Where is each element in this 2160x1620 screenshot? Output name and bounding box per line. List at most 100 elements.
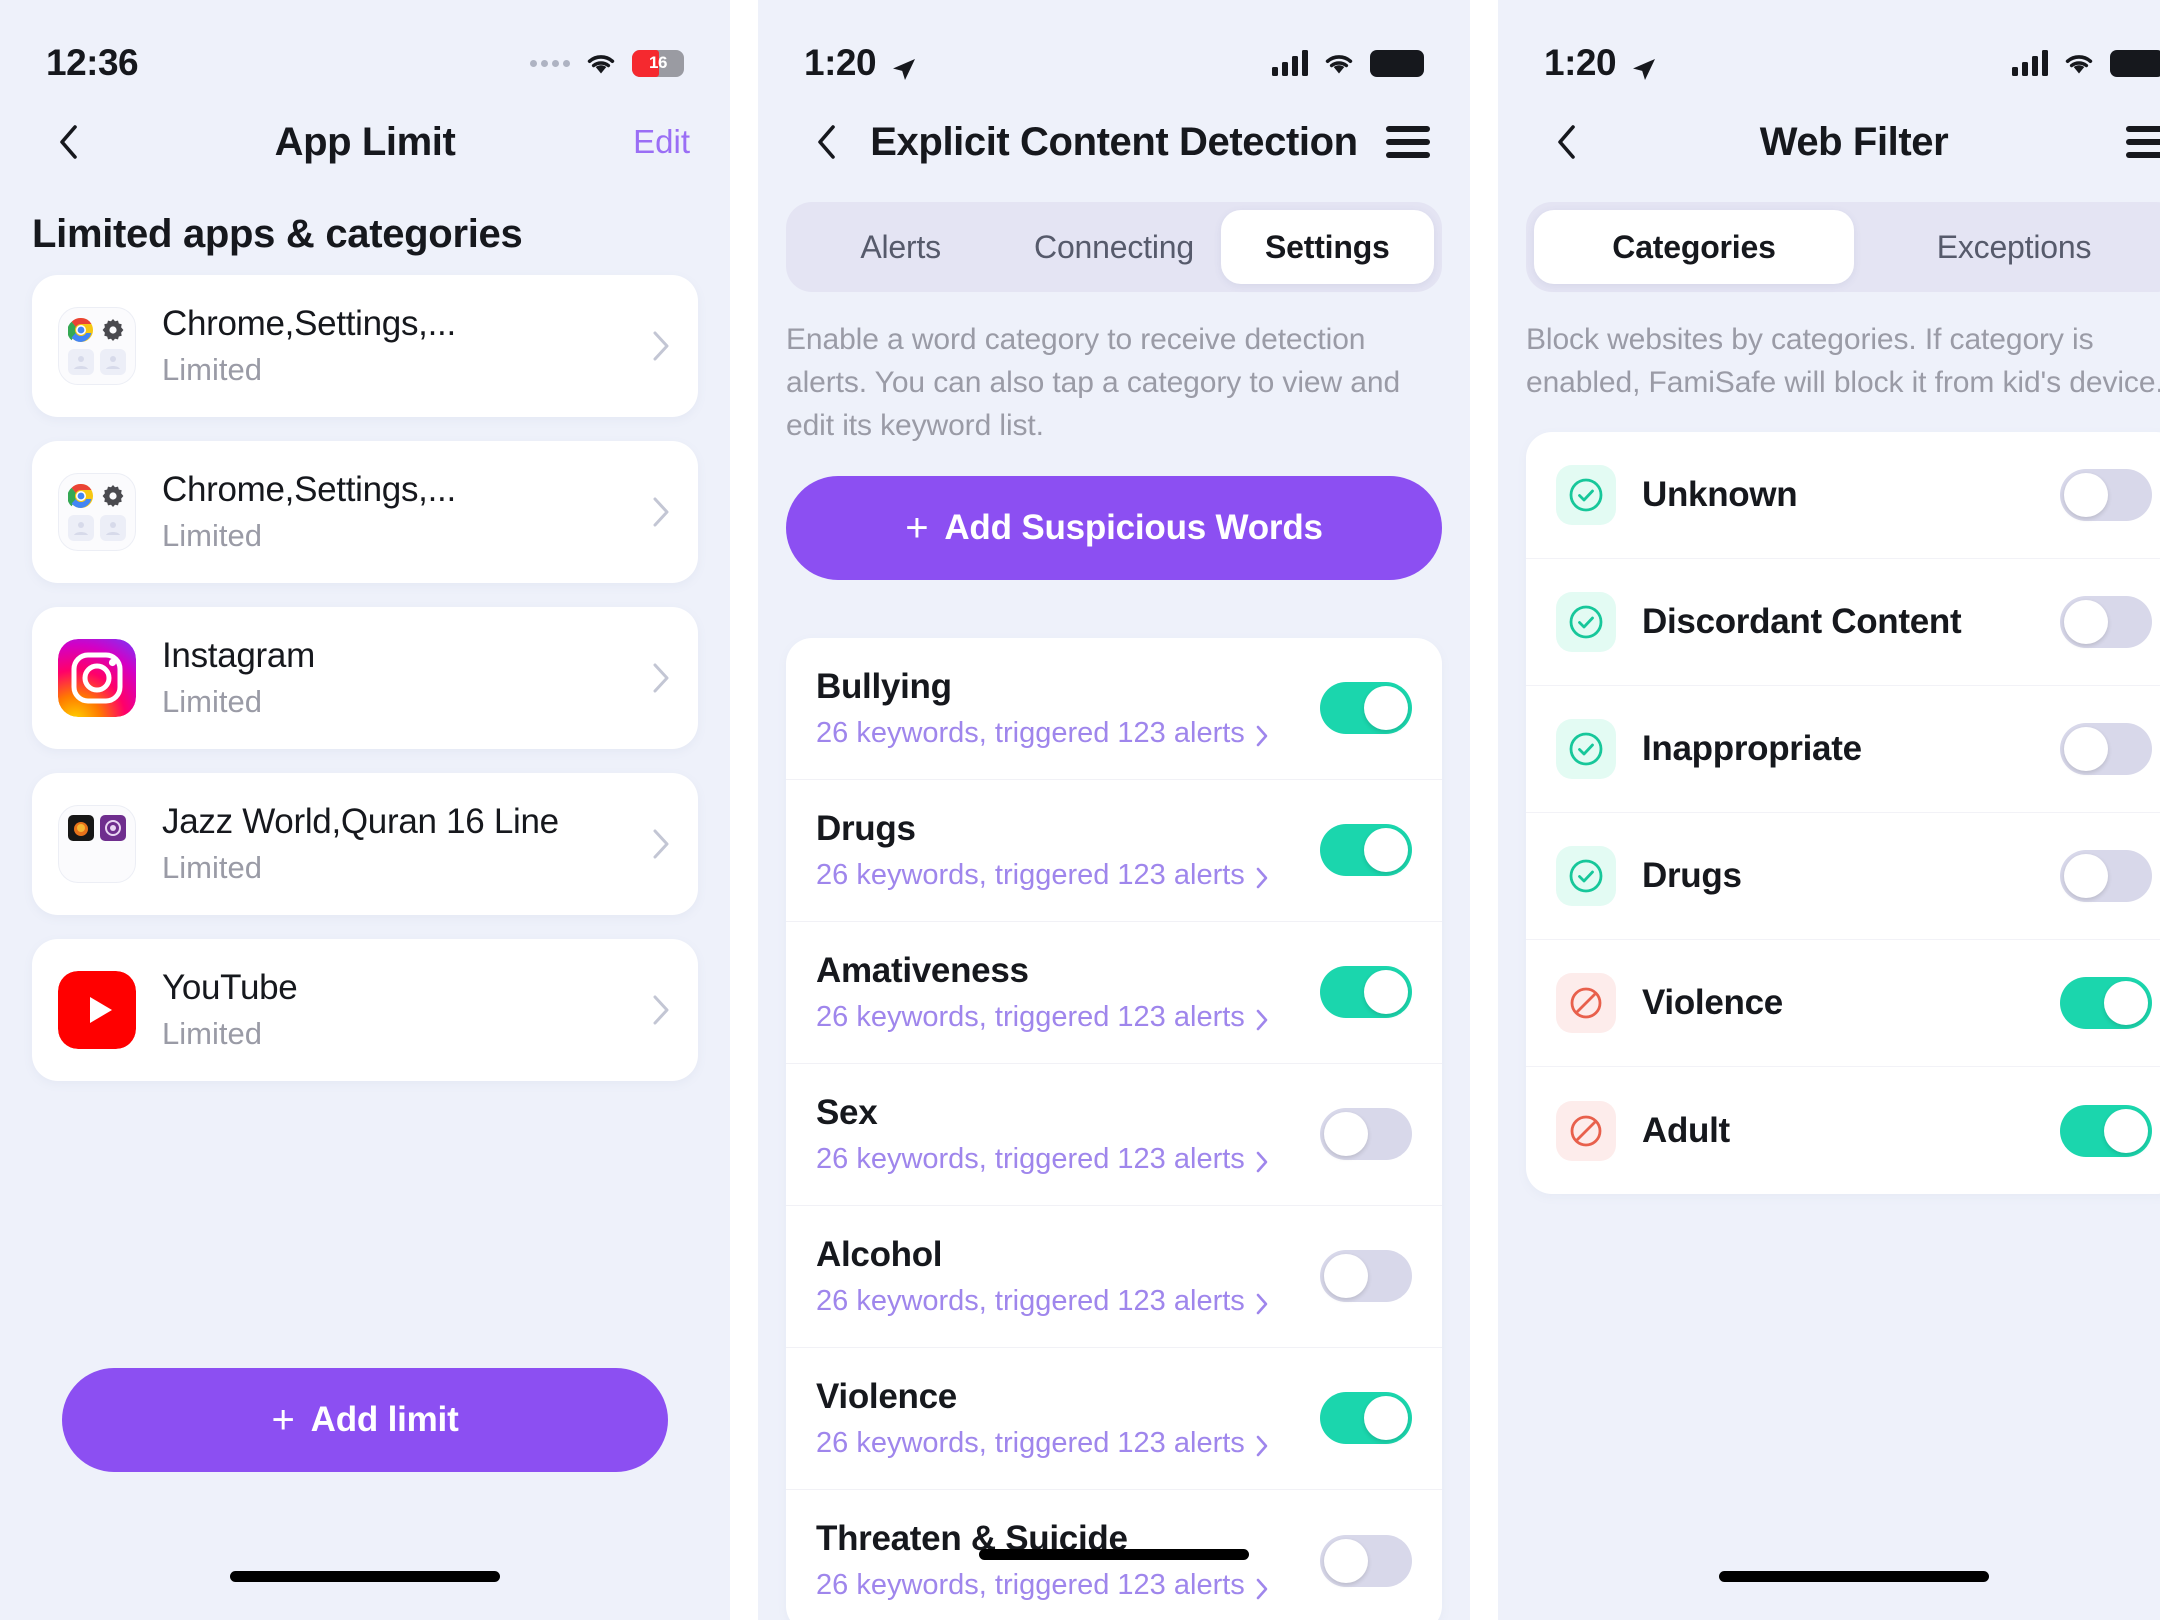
home-indicator [230,1571,500,1582]
filter-toggle[interactable] [2060,977,2152,1030]
category-toggle[interactable] [1320,966,1412,1019]
category-name: Violence [816,1376,957,1416]
category-meta-label: 26 keywords, triggered 123 alerts [816,1284,1245,1317]
menu-icon [2126,126,2160,158]
back-chevron-icon [58,124,78,160]
status-time: 12:36 [46,42,139,83]
list-item[interactable]: Chrome,Settings,... Limited [32,275,698,417]
table-row[interactable]: Amativeness 26 keywords, triggered 123 a… [786,922,1442,1064]
category-meta-label: 26 keywords, triggered 123 alerts [816,858,1245,891]
tab-connecting[interactable]: Connecting [1007,210,1220,284]
category-meta[interactable]: 26 keywords, triggered 123 alerts [816,1001,1269,1034]
table-row[interactable]: Inappropriate [1526,686,2160,814]
back-button[interactable] [1538,114,1594,170]
panel-divider [730,0,758,1620]
chevron-right-icon [652,829,670,859]
empty-slot [67,846,95,874]
table-row[interactable]: Violence [1526,940,2160,1068]
plus-icon: + [905,505,929,550]
tab-bar: Alerts Connecting Settings [786,202,1442,292]
chevron-right-icon [1255,1575,1269,1599]
filter-toggle[interactable] [2060,469,2152,522]
table-row[interactable]: Unknown [1526,432,2160,560]
category-meta-label: 26 keywords, triggered 123 alerts [816,1000,1245,1033]
table-row[interactable]: Bullying 26 keywords, triggered 123 aler… [786,638,1442,780]
faded-app-icon [99,514,127,542]
chrome-icon [67,316,95,344]
tab-alerts[interactable]: Alerts [794,210,1007,284]
table-row[interactable]: Drugs [1526,813,2160,941]
filter-toggle[interactable] [2060,1104,2152,1157]
table-row[interactable]: Discordant Content [1526,559,2160,687]
status-indicators: 16 [530,49,684,77]
category-meta[interactable]: 26 keywords, triggered 123 alerts [816,1427,1269,1460]
category-toggle[interactable] [1320,1534,1412,1587]
app-status: Limited [162,684,262,719]
list-item[interactable]: YouTube Limited [32,939,698,1081]
panel-description: Block websites by categories. If categor… [1526,323,2160,400]
category-meta[interactable]: 26 keywords, triggered 123 alerts [816,1143,1269,1176]
chevron-right-icon [1255,1148,1269,1173]
status-bar: 1:20 [1498,0,2160,96]
table-row[interactable]: Adult [1526,1067,2160,1194]
wifi-icon [2061,50,2097,77]
edit-button[interactable]: Edit [633,123,690,161]
filter-toggle[interactable] [2060,723,2152,776]
faded-app-icon [99,348,127,376]
category-toggle[interactable] [1320,1108,1412,1161]
phone-screen-app-limit: 12:36 16 App Limit Edit Limited apps & c… [0,0,730,1620]
home-indicator [1719,1571,1989,1582]
chevron-right-icon [652,663,670,693]
category-toggle[interactable] [1320,1392,1412,1445]
chevron-right-icon [652,995,670,1025]
category-toggle[interactable] [1320,1250,1412,1303]
add-limit-button[interactable]: + Add limit [62,1368,668,1472]
category-meta[interactable]: 26 keywords, triggered 123 alerts [816,1285,1269,1318]
table-row[interactable]: Sex 26 keywords, triggered 123 alerts [786,1064,1442,1206]
chevron-right-icon [1255,1432,1269,1457]
app-group-icon-2 [58,805,136,883]
gear-icon [99,482,127,510]
status-indicators [1272,49,1424,77]
filter-toggle[interactable] [2060,850,2152,903]
category-meta[interactable]: 26 keywords, triggered 123 alerts [816,859,1269,892]
menu-button[interactable] [1386,126,1430,158]
filter-name: Drugs [1642,856,1742,896]
chevron-right-icon [1255,864,1269,889]
block-circle-icon [1556,973,1616,1034]
instagram-icon [58,639,136,717]
app-name: Chrome,Settings,... [162,304,456,343]
list-item[interactable]: Instagram Limited [32,607,698,749]
gear-icon [99,316,127,344]
category-toggle[interactable] [1320,682,1412,735]
category-meta[interactable]: 26 keywords, triggered 123 alerts [816,717,1269,750]
category-meta-label: 26 keywords, triggered 123 alerts [816,1426,1245,1459]
table-row[interactable]: Violence 26 keywords, triggered 123 aler… [786,1348,1442,1490]
panel-divider [1470,0,1498,1620]
nav-bar: Explicit Content Detection [758,96,1470,188]
filter-toggle[interactable] [2060,596,2152,649]
tab-exceptions[interactable]: Exceptions [1854,210,2160,284]
check-circle-icon [1556,719,1616,780]
list-item[interactable]: Jazz World,Quran 16 Line Limited [32,773,698,915]
category-meta[interactable]: 26 keywords, triggered 123 alerts [816,1569,1269,1602]
table-row[interactable]: Drugs 26 keywords, triggered 123 alerts [786,780,1442,922]
menu-button[interactable] [2126,126,2160,158]
tab-settings[interactable]: Settings [1220,210,1434,284]
tab-categories[interactable]: Categories [1534,210,1854,284]
filter-name: Adult [1642,1110,1730,1150]
category-name: Amativeness [816,950,1029,990]
add-suspicious-words-button[interactable]: + Add Suspicious Words [786,475,1442,580]
home-indicator [979,1549,1249,1560]
back-button[interactable] [40,114,96,170]
app-status: Limited [162,352,262,387]
category-toggle[interactable] [1320,824,1412,877]
table-row[interactable]: Alcohol 26 keywords, triggered 123 alert… [786,1206,1442,1348]
chevron-right-icon [1255,722,1269,747]
back-button[interactable] [798,114,854,170]
list-item[interactable]: Chrome,Settings,... Limited [32,441,698,583]
phone-screen-web-filter: 1:20 Web Filter Categories Exceptions Bl… [1498,0,2160,1620]
status-bar: 12:36 16 [0,0,730,96]
battery-icon: 16 [632,49,684,77]
wifi-icon [1321,50,1357,77]
